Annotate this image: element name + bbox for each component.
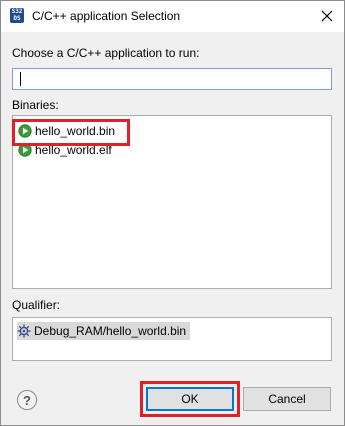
help-icon: ? xyxy=(23,392,31,408)
gear-bug-icon xyxy=(17,324,31,338)
list-item[interactable]: Debug_RAM/hello_world.bin xyxy=(17,322,191,340)
prompt-label: Choose a C/C++ application to run: xyxy=(12,46,200,60)
cancel-button-label: Cancel xyxy=(268,392,306,406)
qualifier-label: Qualifier: xyxy=(12,298,61,312)
filter-input[interactable] xyxy=(12,68,332,90)
ok-highlight-annotation xyxy=(140,381,240,417)
close-icon xyxy=(321,10,333,22)
qualifier-list[interactable]: Debug_RAM/hello_world.bin xyxy=(12,317,332,361)
title-bar: S32 DS C/C++ application Selection xyxy=(1,1,344,32)
dialog-window: S32 DS C/C++ application Selection Choose… xyxy=(0,0,345,426)
cancel-button[interactable]: Cancel xyxy=(243,387,331,411)
s32ds-app-icon: S32 DS xyxy=(10,8,24,23)
help-button[interactable]: ? xyxy=(17,390,37,410)
close-button[interactable] xyxy=(314,4,340,28)
qualifier-name: Debug_RAM/hello_world.bin xyxy=(34,324,187,338)
text-caret xyxy=(20,72,21,86)
selection-highlight-annotation xyxy=(12,119,130,146)
binaries-label: Binaries: xyxy=(12,98,59,112)
window-title: C/C++ application Selection xyxy=(32,9,181,23)
